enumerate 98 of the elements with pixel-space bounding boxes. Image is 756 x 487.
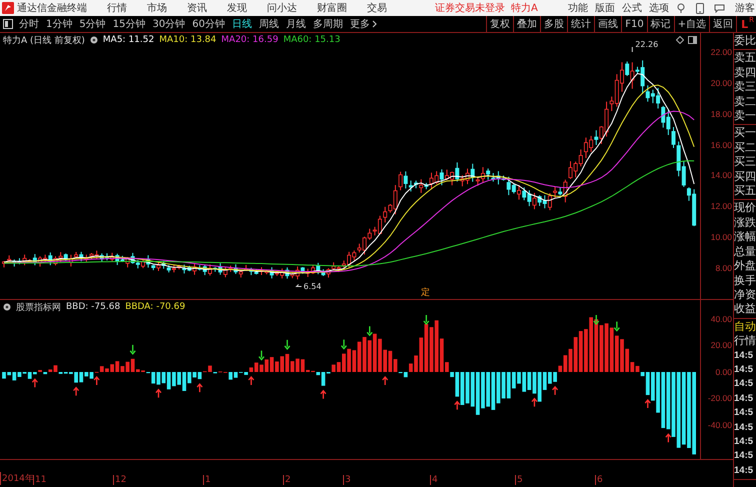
- quote-field-label: 买三: [734, 155, 756, 170]
- y-axis-label: 22.00: [710, 47, 732, 57]
- app-title: 通达信金融终端: [17, 2, 87, 15]
- period-tab[interactable]: 周线: [258, 17, 279, 31]
- quote-field-label: 现价: [734, 201, 756, 216]
- chart-title: 特力A (日线 前复权): [3, 34, 85, 46]
- ma-legend: MA20: 16.59: [221, 35, 278, 45]
- quote-field-label: 行情: [734, 334, 756, 349]
- time-label: 14:5: [734, 392, 754, 406]
- y-axis-label: 18.00: [710, 108, 732, 119]
- stock-name: 特力A: [511, 2, 538, 15]
- x-axis-label: 2: [283, 475, 291, 485]
- ma-legend: MA5: 11.52: [102, 35, 154, 45]
- period-tab[interactable]: 30分钟: [152, 17, 186, 31]
- quote-field-label: 卖二: [734, 94, 756, 110]
- y-axis-label: 40.00: [710, 314, 732, 324]
- x-axis-label: 2014年: [0, 472, 34, 485]
- toolbar-button[interactable]: +自选: [674, 16, 710, 32]
- x-axis-label: 12: [113, 475, 126, 485]
- marker-label: 定: [421, 286, 430, 299]
- toolbar-button[interactable]: 叠加: [513, 16, 540, 32]
- menu-item[interactable]: 公式: [622, 1, 642, 15]
- menu-item[interactable]: 行情: [107, 1, 127, 15]
- indicator-legend: BBDA: -70.69: [125, 302, 186, 312]
- quote-field-label: 委比: [734, 34, 756, 48]
- x-axis-label: 11: [33, 475, 46, 485]
- y-axis-label: 10.00: [710, 232, 732, 242]
- menu-item[interactable]: 交易: [367, 1, 387, 15]
- y-axis-label: 20.00: [710, 340, 732, 350]
- menu-item[interactable]: 问小达: [267, 1, 297, 15]
- y-axis-label: 0.00: [715, 366, 732, 377]
- toolbar-button[interactable]: F10: [621, 16, 647, 32]
- y-axis-label: 20.00: [710, 78, 732, 88]
- toolbar-button[interactable]: 多股: [540, 16, 568, 32]
- low-price-label: 6.54: [304, 282, 322, 291]
- toolbar-button[interactable]: 画线: [594, 16, 622, 32]
- toolbar-button[interactable]: 标记: [646, 16, 674, 32]
- time-label: 14:5: [734, 406, 754, 420]
- period-tab[interactable]: 日线: [232, 17, 252, 31]
- x-axis-label: 3: [343, 475, 351, 485]
- quote-field-label: 卖四: [734, 66, 756, 80]
- time-label: 14:5: [734, 434, 754, 449]
- time-label: 14:5: [734, 377, 754, 392]
- period-tab[interactable]: 分时: [19, 17, 39, 31]
- x-axis-label: 6: [595, 475, 603, 485]
- time-label: 14:5: [734, 420, 754, 435]
- menu-item[interactable]: 选项: [648, 1, 669, 15]
- time-label: 14:5: [734, 449, 754, 464]
- quote-field-label: 涨幅: [734, 230, 756, 245]
- quote-field-label: 买二: [734, 140, 756, 156]
- menu-item[interactable]: 版面: [594, 1, 615, 15]
- y-axis-label: -20.00: [708, 393, 732, 404]
- y-axis-label: -40.00: [708, 420, 732, 430]
- ma-legend: MA60: 15.13: [283, 35, 340, 45]
- toolbar-button[interactable]: 复权: [486, 16, 514, 32]
- x-axis-label: 5: [515, 475, 523, 485]
- period-tab[interactable]: 15分钟: [112, 17, 146, 31]
- quote-field-label: 买一: [734, 126, 756, 141]
- toolbar-button[interactable]: 返回: [709, 16, 736, 32]
- menu-item[interactable]: 发现: [227, 1, 247, 15]
- time-label: 14:5: [734, 464, 754, 478]
- y-axis-label: 8.00: [715, 263, 732, 274]
- high-price-label: 22.26: [635, 40, 658, 49]
- quote-field-label: 涨跌: [734, 216, 756, 230]
- time-label: 14:5: [734, 348, 754, 363]
- period-tab[interactable]: 5分钟: [79, 17, 106, 31]
- x-axis-label: 4: [430, 475, 438, 485]
- x-axis-label: 1: [203, 475, 211, 485]
- period-tab[interactable]: 月线: [286, 17, 306, 31]
- y-axis-label: 16.00: [710, 140, 732, 150]
- login-notice[interactable]: 证券交易未登录: [435, 1, 505, 15]
- indicator-title: 股票指标网: [16, 302, 61, 314]
- ma-legend: MA10: 13.84: [159, 35, 216, 45]
- quote-field-label: 卖一: [734, 109, 756, 124]
- time-label: 14:5: [734, 362, 754, 377]
- indicator-legend: BBD: -75.68: [66, 302, 120, 312]
- menu-item[interactable]: 市场: [147, 1, 167, 15]
- toolbar-button[interactable]: 统计: [567, 16, 594, 32]
- quote-field-label: 卖三: [734, 80, 756, 95]
- menu-item[interactable]: 资讯: [187, 1, 207, 15]
- y-axis-label: 12.00: [710, 201, 732, 212]
- y-axis-label: 14.00: [710, 170, 732, 180]
- quote-field-label: 总量: [734, 244, 756, 260]
- menu-item[interactable]: 功能: [568, 1, 588, 15]
- user-name[interactable]: 游客: [734, 1, 755, 15]
- menu-item[interactable]: 财富圈: [317, 1, 347, 15]
- quote-field-label: 自动: [734, 320, 756, 334]
- period-tab[interactable]: 60分钟: [192, 17, 225, 31]
- quote-field-label: 买四: [734, 170, 756, 184]
- period-tab[interactable]: 更多: [350, 17, 370, 31]
- quote-field-label: 净资: [734, 288, 756, 302]
- quote-field-label: 买五: [734, 184, 756, 198]
- quote-field-label: 换手: [734, 274, 756, 288]
- period-tab[interactable]: 1分钟: [46, 17, 72, 31]
- quote-field-label: 收益: [734, 302, 756, 317]
- quote-field-label: 外盘: [734, 259, 756, 274]
- period-tab[interactable]: 多周期: [312, 17, 343, 31]
- quote-field-label: 卖五: [734, 51, 756, 66]
